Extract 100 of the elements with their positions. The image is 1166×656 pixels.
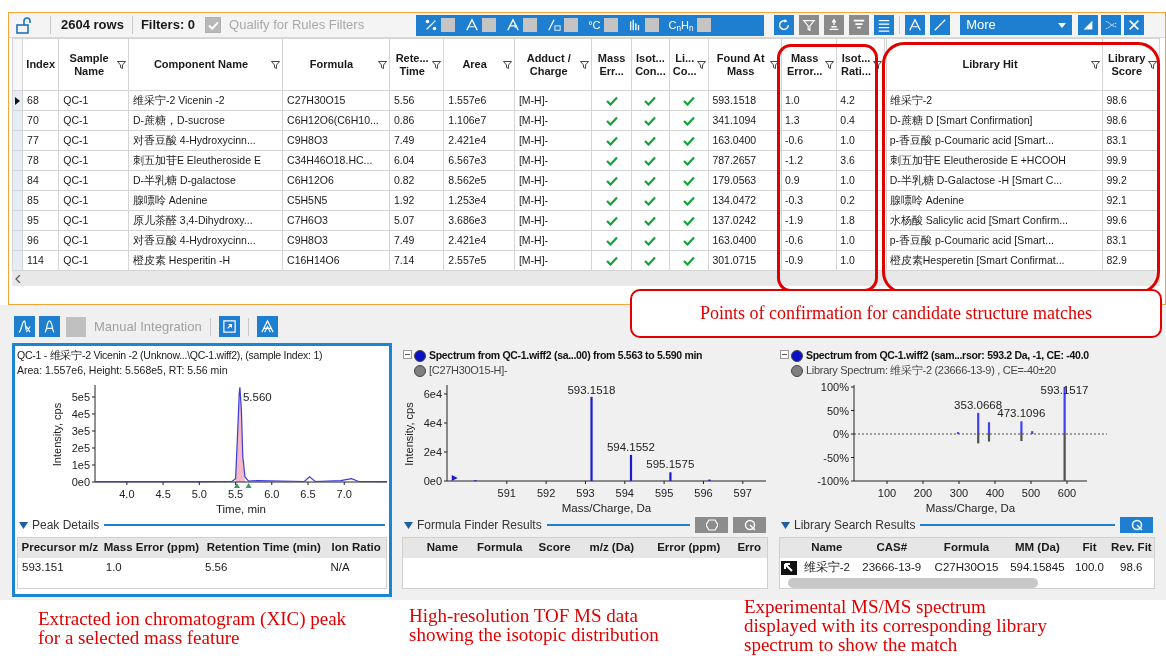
table-cell: C34H46O18.HC... <box>282 150 390 171</box>
toggle-button[interactable] <box>545 15 581 35</box>
tick-label: 0e0 <box>71 476 90 488</box>
chart-panel[interactable] <box>12 343 392 597</box>
table-cell: [M-H]- <box>514 190 592 211</box>
toolbar-button[interactable] <box>930 15 951 35</box>
column-header[interactable]: Component Name <box>128 38 283 91</box>
table-cell: -0.3 <box>781 190 837 211</box>
column-header[interactable]: Precursor m/z <box>18 538 102 558</box>
peak-label: 595.1575 <box>646 458 695 471</box>
column-header[interactable]: Fit <box>1070 538 1109 558</box>
toggle-checkbox[interactable] <box>482 18 497 32</box>
table-cell: QC-1 <box>58 150 129 171</box>
toggle-button[interactable] <box>463 15 499 35</box>
formula-button[interactable] <box>695 517 728 533</box>
column-header[interactable]: Area <box>443 38 515 91</box>
column-header[interactable]: m/z (Da) <box>577 538 647 558</box>
column-header[interactable]: Mass Error (ppm) <box>101 538 201 558</box>
table-cell: 维采宁-2 <box>798 558 855 578</box>
row-header[interactable] <box>12 90 23 111</box>
peak-button[interactable] <box>256 316 278 337</box>
toolbar-button[interactable] <box>1078 15 1099 35</box>
tick-label: 4e5 <box>71 408 90 420</box>
toggle-checkbox[interactable] <box>603 18 618 32</box>
peak-button[interactable] <box>39 316 60 337</box>
table-cell: 1.253e4 <box>443 190 515 211</box>
horizontal-scrollbar[interactable] <box>12 271 1160 286</box>
toolbar-button[interactable] <box>905 15 926 35</box>
column-header[interactable]: Formula <box>467 538 532 558</box>
table-cell: C7H6O3 <box>282 210 390 231</box>
column-header[interactable]: Mass Error... <box>781 38 837 91</box>
more-dropdown[interactable]: More <box>960 15 1073 35</box>
table-cell: p-香豆酸 p-Coumaric acid [Smart... <box>886 130 1103 151</box>
table-cell: 维采宁-2 <box>886 90 1103 111</box>
toggle-checkbox[interactable] <box>441 18 456 32</box>
table-cell: 98.6 <box>1108 558 1154 578</box>
toggle-button[interactable]: C$_{n}$H$_{n}$ <box>666 15 713 35</box>
table-cell: QC-1 <box>58 130 129 151</box>
toggle-button[interactable]: °C <box>586 15 620 35</box>
column-header[interactable]: Name <box>416 538 468 558</box>
search-button[interactable] <box>1120 517 1153 533</box>
column-header[interactable]: Formula <box>928 538 1005 558</box>
column-header[interactable]: Library Hit <box>886 38 1103 91</box>
section-toggle[interactable]: Library Search Results <box>781 516 916 534</box>
legend-label: Library Spectrum: 维采宁-2 (23666-13-9) , CE=-40±20 <box>806 363 1056 379</box>
toggle-checkbox[interactable] <box>564 18 579 32</box>
toolbar-button[interactable] <box>774 15 795 35</box>
table-cell: 6.04 <box>389 150 444 171</box>
column-header[interactable]: Rete... Time <box>389 38 444 91</box>
table-cell: [M-H]- <box>514 110 592 131</box>
toggle-checkbox[interactable] <box>523 18 538 32</box>
check-icon <box>605 255 618 266</box>
table-cell: p-香豆酸 p-Coumaric acid [Smart... <box>886 230 1103 251</box>
column-header[interactable]: Mass Err... <box>592 38 632 91</box>
peak-button[interactable] <box>14 316 35 337</box>
peak-icon <box>465 18 480 32</box>
column-header[interactable]: Rev. Fit <box>1108 538 1154 558</box>
tick-label: 5e5 <box>71 391 90 403</box>
column-header[interactable]: MM (Da) <box>1004 538 1071 558</box>
column-header[interactable]: CAS# <box>854 538 929 558</box>
tick-label: 0% <box>833 428 849 440</box>
table-cell: 1.0 <box>101 558 201 578</box>
line-icon <box>933 18 948 32</box>
table-cell: 7.49 <box>389 230 444 251</box>
search-button[interactable] <box>733 517 766 533</box>
column-header[interactable]: Adduct / Charge <box>514 38 592 91</box>
column-header[interactable]: Sample Name <box>58 38 129 91</box>
column-header[interactable]: Erro <box>731 538 767 558</box>
column-header[interactable]: Error (ppm) <box>646 538 732 558</box>
table-cell: C6H12O6(C6H10... <box>282 110 390 131</box>
toolbar-button[interactable] <box>1101 15 1122 35</box>
column-header[interactable]: Name <box>798 538 855 558</box>
column-header[interactable]: Index <box>22 38 59 91</box>
column-header[interactable]: Li... Co... <box>669 38 709 91</box>
collapse-icon <box>403 350 412 359</box>
toggle-checkbox[interactable] <box>696 18 711 32</box>
toolbar-button[interactable] <box>1124 15 1145 35</box>
toggle-button[interactable] <box>504 15 540 35</box>
peak-label: 593.1518 <box>567 384 616 396</box>
column-header[interactable]: Isot... Con... <box>631 38 670 91</box>
tick-label: 594 <box>615 487 634 499</box>
column-header[interactable]: Formula <box>282 38 390 91</box>
column-header[interactable]: Score <box>531 538 578 558</box>
column-header[interactable]: Ion Ratio <box>326 538 386 558</box>
table-cell: 腺嘌呤 Adenine <box>128 190 283 211</box>
check-icon <box>644 215 657 226</box>
horizontal-scrollbar[interactable] <box>788 578 1038 588</box>
check-icon <box>683 135 696 146</box>
axis-title: Mass/Charge, Da <box>561 502 652 514</box>
toggle-checkbox[interactable] <box>644 18 659 32</box>
section-toggle[interactable]: Peak Details <box>19 516 100 534</box>
table-cell: 70 <box>22 110 59 131</box>
table-cell: QC-1 <box>58 250 129 271</box>
toolbar-button[interactable] <box>874 15 895 35</box>
caret-icon <box>781 520 790 530</box>
column-header[interactable]: Found At Mass <box>708 38 782 91</box>
table-cell: 1.557e6 <box>443 90 515 111</box>
column-header[interactable]: Retention Time (min) <box>201 538 327 558</box>
section-toggle[interactable]: Formula Finder Results <box>404 516 542 534</box>
zoom-button[interactable] <box>218 316 240 337</box>
